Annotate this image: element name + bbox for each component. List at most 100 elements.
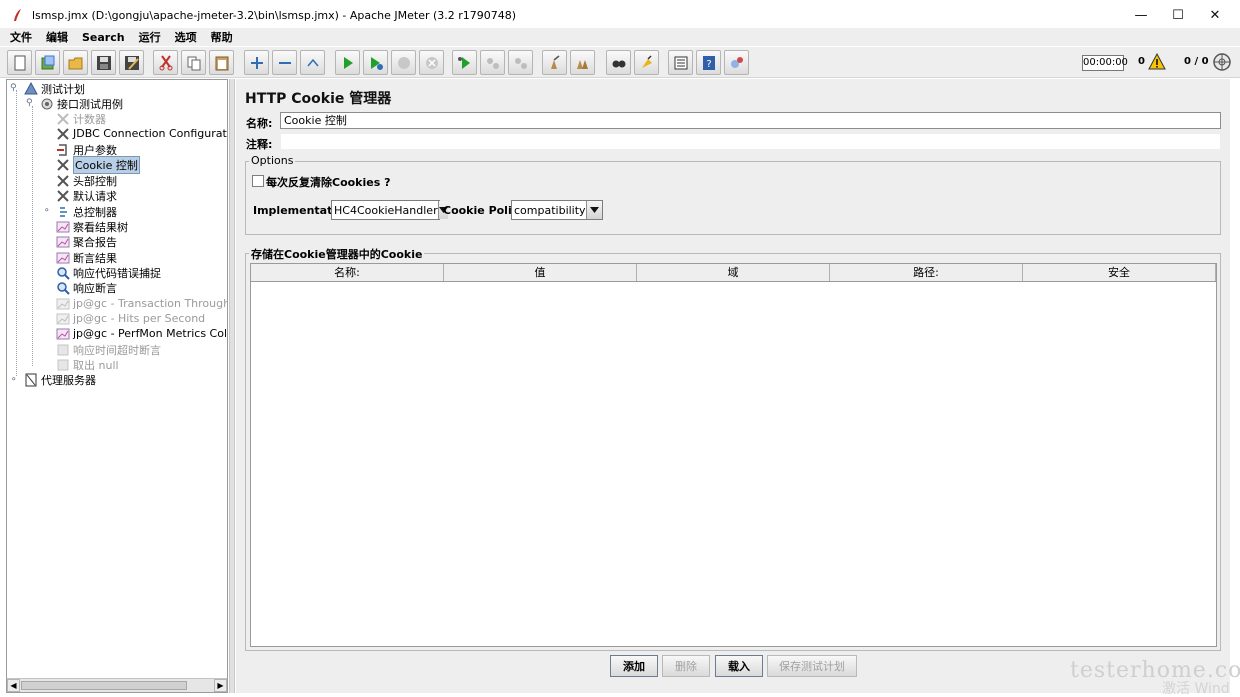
- workbench-icon: [23, 372, 39, 387]
- menu-search[interactable]: Search: [82, 31, 125, 44]
- column-header-secure[interactable]: 安全: [1023, 264, 1216, 281]
- menu-options[interactable]: 选项: [175, 29, 197, 45]
- config-element-icon: [55, 188, 71, 203]
- search-button[interactable]: [606, 50, 631, 75]
- tree-node-label: 头部控制: [73, 174, 117, 188]
- new-button[interactable]: [7, 50, 32, 75]
- column-header-value[interactable]: 值: [444, 264, 637, 281]
- maximize-button[interactable]: ☐: [1159, 0, 1197, 30]
- tree-node-perfmon-collector[interactable]: jp@gc - PerfMon Metrics Collector: [55, 326, 227, 341]
- add-button[interactable]: 添加: [610, 655, 658, 677]
- tree-node-label: jp@gc - Hits per Second: [73, 312, 206, 325]
- tree-node-label: 取出 null: [73, 358, 119, 372]
- expand-icon: [250, 56, 263, 69]
- config-element-icon: [55, 126, 71, 141]
- column-header-name[interactable]: 名称:: [251, 264, 444, 281]
- menu-edit[interactable]: 编辑: [46, 29, 68, 45]
- table-header: 名称: 值 域 路径: 安全: [251, 264, 1216, 282]
- tree-node-request-defaults[interactable]: 默认请求: [55, 188, 117, 203]
- remote-start-button[interactable]: [452, 50, 477, 75]
- cookies-table[interactable]: 名称: 值 域 路径: 安全: [250, 263, 1217, 647]
- menu-help[interactable]: 帮助: [211, 29, 233, 45]
- load-button[interactable]: 载入: [715, 655, 763, 677]
- delete-button: 删除: [662, 655, 710, 677]
- start-no-pause-icon: [370, 56, 383, 70]
- tree-node-counter[interactable]: 计数器: [55, 111, 106, 126]
- remote-button[interactable]: [724, 50, 749, 75]
- tree-node-extractor[interactable]: 取出 null: [55, 357, 119, 372]
- remote-stop-button: [480, 50, 505, 75]
- start-no-pause-button[interactable]: [363, 50, 388, 75]
- name-label: 名称:: [246, 117, 273, 130]
- listener-icon: [55, 219, 71, 234]
- collapse-button[interactable]: [272, 50, 297, 75]
- tree-node-response-code-assertion[interactable]: 响应代码错误捕捉: [55, 265, 161, 280]
- test-plan-icon: [23, 81, 39, 96]
- tree-node-header-manager[interactable]: 头部控制: [55, 173, 117, 188]
- templates-button[interactable]: [35, 50, 60, 75]
- copy-button[interactable]: [181, 50, 206, 75]
- help-button[interactable]: ?: [696, 50, 721, 75]
- tree-node-thread-group[interactable]: 接口测试用例: [39, 96, 123, 111]
- assertion-icon: [55, 280, 71, 295]
- page-title: HTTP Cookie 管理器: [245, 91, 392, 107]
- cut-button[interactable]: [153, 50, 178, 75]
- warning-icon[interactable]: [1148, 52, 1166, 73]
- expand-toggle-icon[interactable]: ⚲: [10, 83, 17, 93]
- expand-toggle-icon[interactable]: ⚬: [10, 375, 18, 385]
- function-helper-button[interactable]: [668, 50, 693, 75]
- menu-run[interactable]: 运行: [139, 29, 161, 45]
- save-button[interactable]: [91, 50, 116, 75]
- close-button[interactable]: ✕: [1196, 0, 1234, 30]
- split-pane-divider[interactable]: [229, 79, 235, 693]
- chevron-down-icon[interactable]: [586, 201, 602, 219]
- name-field[interactable]: Cookie 控制: [280, 112, 1221, 129]
- scroll-left-icon[interactable]: ◀: [7, 679, 20, 692]
- column-header-path[interactable]: 路径:: [830, 264, 1023, 281]
- tree-horizontal-scrollbar[interactable]: ◀ ▶: [7, 678, 227, 692]
- collapse-icon: [278, 61, 291, 64]
- implementation-select[interactable]: HC4CookieHandler: [331, 200, 448, 220]
- activation-watermark: 激活 Wind: [1162, 681, 1230, 697]
- cookie-policy-select[interactable]: compatibility: [511, 200, 603, 220]
- tree-node-aggregate-report[interactable]: 聚合报告: [55, 234, 117, 249]
- tree-node-proxy-server[interactable]: 代理服务器: [23, 372, 96, 387]
- cookie-policy-value: compatibility: [514, 203, 586, 217]
- test-plan-tree[interactable]: ⚲ 测试计划 ⚲ 接口测试用例 计数器 JDBC Connection Conf…: [6, 79, 228, 693]
- jmeter-feather-icon: [10, 7, 26, 23]
- clear-button[interactable]: [542, 50, 567, 75]
- minimize-button[interactable]: —: [1122, 0, 1160, 30]
- tree-node-duration-assertion[interactable]: 响应时间超时断言: [55, 342, 161, 357]
- expand-toggle-icon[interactable]: ⚲: [26, 98, 33, 108]
- tree-node-assertion-results[interactable]: 断言结果: [55, 250, 117, 265]
- open-button[interactable]: [63, 50, 88, 75]
- tree-node-test-plan[interactable]: 测试计划: [23, 81, 85, 96]
- tree-node-hits-per-second[interactable]: jp@gc - Hits per Second: [55, 311, 205, 326]
- save-as-button[interactable]: [119, 50, 144, 75]
- tree-node-response-assertion[interactable]: 响应断言: [55, 280, 117, 295]
- toggle-icon: [306, 58, 319, 66]
- tree-node-transaction-throughput[interactable]: jp@gc - Transaction Throughput vs: [55, 296, 227, 311]
- listener-icon: [55, 296, 71, 311]
- paste-button[interactable]: [209, 50, 234, 75]
- controller-icon: [55, 204, 71, 219]
- tree-node-cookie-manager[interactable]: Cookie 控制: [55, 155, 140, 174]
- expand-toggle-icon[interactable]: ⚬: [43, 206, 51, 216]
- comment-field[interactable]: [280, 133, 1221, 150]
- column-header-domain[interactable]: 域: [637, 264, 830, 281]
- clear-all-icon: [576, 59, 588, 69]
- clear-all-button[interactable]: [570, 50, 595, 75]
- expand-button[interactable]: [244, 50, 269, 75]
- scrollbar-thumb[interactable]: [21, 681, 187, 690]
- clear-cookies-checkbox[interactable]: [252, 175, 264, 187]
- remote-icon: [730, 56, 743, 68]
- toggle-button[interactable]: [300, 50, 325, 75]
- start-button[interactable]: [335, 50, 360, 75]
- tree-node-view-results-tree[interactable]: 察看结果树: [55, 219, 128, 234]
- menu-file[interactable]: 文件: [10, 29, 32, 45]
- clear-icon: [550, 54, 559, 69]
- reset-search-button[interactable]: [634, 50, 659, 75]
- tree-node-jdbc-config[interactable]: JDBC Connection Configuration: [55, 126, 227, 141]
- tree-node-transaction-controller[interactable]: 总控制器: [55, 204, 117, 219]
- scroll-right-icon[interactable]: ▶: [214, 679, 227, 692]
